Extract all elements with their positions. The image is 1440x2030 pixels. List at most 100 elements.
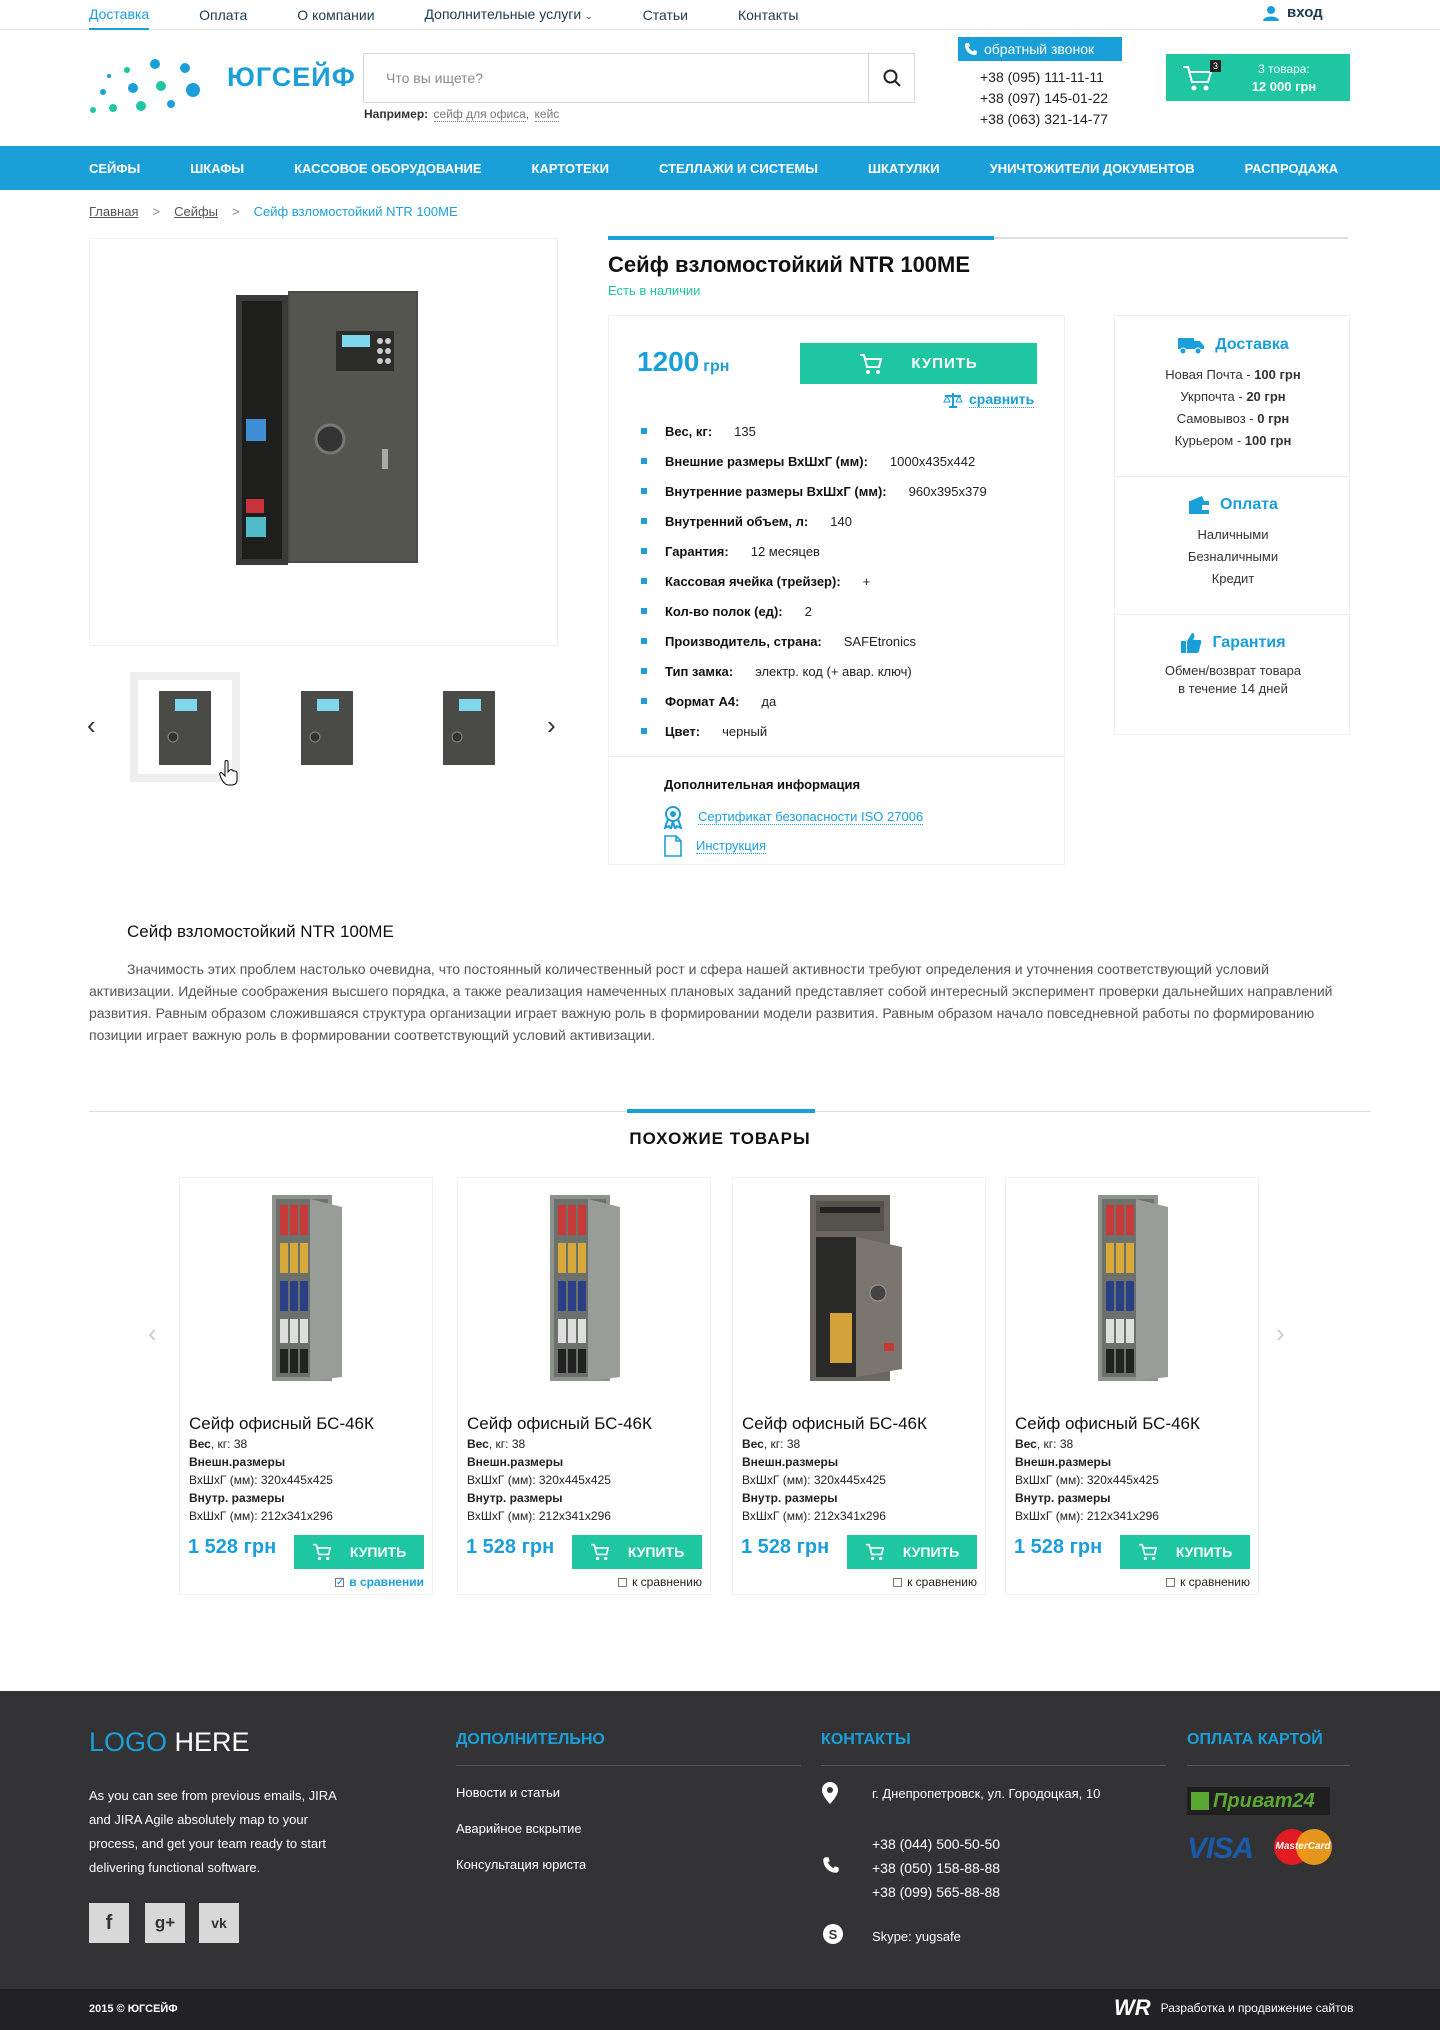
nav-cabinets[interactable]: Шкафы (190, 161, 244, 176)
chevron-left-icon[interactable]: ‹ (87, 710, 96, 741)
footer-link-lawyer[interactable]: Консультация юриста (456, 1857, 586, 1872)
footer-link-news[interactable]: Новости и статьи (456, 1785, 560, 1800)
topnav-delivery[interactable]: Доставка (89, 0, 150, 30)
compare-checkbox[interactable]: к сравнению (1166, 1575, 1250, 1589)
thumbnail-image (422, 680, 516, 774)
topnav-payment[interactable]: Оплата (199, 1, 247, 29)
breadcrumb-safes[interactable]: Сейфы (174, 204, 218, 219)
phone-icon (823, 1857, 839, 1873)
nav-card-files[interactable]: Картотеки (532, 161, 609, 176)
developer-link[interactable]: WR Разработка и продвижение сайтов (1114, 1995, 1353, 2021)
callback-button[interactable]: обратный звонок (958, 37, 1122, 61)
spec-ext-label: Внешн.размеры (1015, 1453, 1159, 1471)
search-button[interactable] (868, 54, 914, 102)
document-icon (664, 835, 682, 857)
thumbnail-2[interactable] (272, 672, 382, 782)
vk-icon[interactable]: vk (199, 1903, 239, 1943)
safe-thumb-image (301, 691, 353, 765)
bullet-icon (641, 728, 647, 734)
scales-icon (943, 392, 963, 408)
topnav-services[interactable]: Дополнительные услуги ⌄ (425, 0, 593, 30)
product-card-image[interactable] (1006, 1188, 1260, 1388)
search-input[interactable] (364, 54, 844, 102)
product-card-name[interactable]: Сейф офисный БС-46К (467, 1414, 652, 1434)
nav-shredders[interactable]: Уничтожители документов (990, 161, 1195, 176)
chevron-right-icon[interactable]: › (1276, 1318, 1285, 1349)
spec-int-value: ВхШхГ (мм): 212x341x296 (1015, 1509, 1159, 1523)
spec-key: Внутренние размеры ВхШхГ (мм): (665, 483, 887, 499)
logo-text[interactable]: ЮГСЕЙФ (227, 62, 356, 93)
payment-option: Наличными (1197, 527, 1269, 542)
footer-logo[interactable]: LOGO HERE (89, 1727, 250, 1758)
header-phone-3[interactable]: +38 (063) 321-14-77 (980, 109, 1108, 130)
footer-phone-2[interactable]: +38 (050) 158-88-88 (872, 1856, 1000, 1880)
login-link[interactable]: вход (1263, 4, 1323, 21)
topnav-contacts[interactable]: Контакты (738, 1, 798, 29)
product-card-buy-button[interactable]: КУПИТЬ (847, 1535, 977, 1569)
breadcrumb-home[interactable]: Главная (89, 204, 138, 219)
warranty-line: в течение 14 дней (1178, 681, 1288, 696)
product-card[interactable]: Сейф офисный БС-46К Вес, кг: 38 Внешн.ра… (179, 1177, 433, 1595)
product-card-image[interactable] (733, 1188, 987, 1388)
product-card-name[interactable]: Сейф офисный БС-46К (742, 1414, 927, 1434)
product-card-image[interactable] (458, 1188, 712, 1388)
product-card[interactable]: Сейф офисный БС-46К Вес, кг: 38 Внешн.ра… (1005, 1177, 1259, 1595)
certificate-link[interactable]: Сертификат безопасности ISO 27006 (662, 805, 924, 829)
compare-checkbox[interactable]: к сравнению (893, 1575, 977, 1589)
spec-row: Производитель, страна: SAFEtronics (641, 626, 1051, 656)
cabinet-image (272, 1195, 342, 1381)
product-card[interactable]: Сейф офисный БС-46К Вес, кг: 38 Внешн.ра… (732, 1177, 986, 1595)
developer-text: Разработка и продвижение сайтов (1160, 2001, 1354, 2015)
manual-link[interactable]: Инструкция (664, 835, 766, 857)
skype-icon: S (823, 1924, 843, 1944)
facebook-icon[interactable]: f (89, 1903, 129, 1943)
product-card-image[interactable] (180, 1188, 434, 1388)
compare-checkbox[interactable]: к сравнению (618, 1575, 702, 1589)
bullet-icon (641, 698, 647, 704)
product-card-buy-button[interactable]: КУПИТЬ (294, 1535, 424, 1569)
hint-link-case[interactable]: кейс (534, 107, 560, 122)
nav-sale[interactable]: Распродажа (1245, 161, 1339, 176)
product-card-name[interactable]: Сейф офисный БС-46К (189, 1414, 374, 1434)
divider (821, 1765, 1166, 1766)
buy-button[interactable]: КУПИТЬ (800, 343, 1037, 384)
cart-button[interactable]: 3 3 товара: 12 000 грн (1166, 54, 1350, 101)
hint-link-office-safe[interactable]: сейф для офиса (433, 107, 526, 122)
thumbnail-3[interactable] (414, 672, 524, 782)
compare-checkbox[interactable]: ✓ в сравнении (335, 1575, 424, 1589)
hand-cursor-icon (219, 760, 238, 786)
nav-boxes[interactable]: Шкатулки (868, 161, 940, 176)
delivery-option: Новая Почта - 100 грн (1115, 364, 1351, 386)
google-plus-icon[interactable]: g+ (145, 1903, 185, 1943)
product-main-image[interactable] (89, 238, 558, 646)
header-phone-1[interactable]: +38 (095) 111-11-11 (980, 67, 1108, 88)
footer-link-emergency[interactable]: Аварийное вскрытие (456, 1821, 582, 1836)
mastercard-logo: MasterCard (1274, 1829, 1332, 1865)
search-icon (883, 69, 901, 87)
spec-value: 12 месяцев (750, 543, 820, 559)
header-phone-2[interactable]: +38 (097) 145-01-22 (980, 88, 1108, 109)
spec-value: 2 (804, 603, 812, 619)
warranty-block: Гарантия Обмен/возврат товара в течение … (1115, 632, 1351, 698)
footer-phone-3[interactable]: +38 (099) 565-88-88 (872, 1880, 1000, 1904)
additional-info: Дополнительная информация Сертификат без… (609, 756, 1066, 857)
spec-row: Внутренние размеры ВхШхГ (мм): 960x395x37… (641, 476, 1051, 506)
nav-cash-equipment[interactable]: Кассовое оборудование (294, 161, 481, 176)
chevron-right-icon[interactable]: › (547, 710, 556, 741)
footer-phone-1[interactable]: +38 (044) 500-50-50 (872, 1832, 1000, 1856)
product-card-name[interactable]: Сейф офисный БС-46К (1015, 1414, 1200, 1434)
product-card-buy-button[interactable]: КУПИТЬ (572, 1535, 702, 1569)
product-card-buy-button[interactable]: КУПИТЬ (1120, 1535, 1250, 1569)
spec-key: Производитель, страна: (665, 633, 822, 649)
topnav-about[interactable]: О компании (297, 1, 374, 29)
spec-value: + (862, 573, 871, 589)
truck-icon (1178, 338, 1205, 355)
compare-link[interactable]: сравнить (943, 391, 1035, 408)
thumbs-up-icon (1181, 633, 1202, 653)
nav-safes[interactable]: Сейфы (89, 161, 140, 176)
chevron-left-icon[interactable]: ‹ (148, 1318, 157, 1349)
product-card[interactable]: Сейф офисный БС-46К Вес, кг: 38 Внешн.ра… (457, 1177, 711, 1595)
spec-ext-value: ВхШхГ (мм): 320x445x425 (742, 1473, 886, 1487)
topnav-articles[interactable]: Статьи (643, 1, 688, 29)
nav-shelving[interactable]: Стеллажи и системы (659, 161, 818, 176)
